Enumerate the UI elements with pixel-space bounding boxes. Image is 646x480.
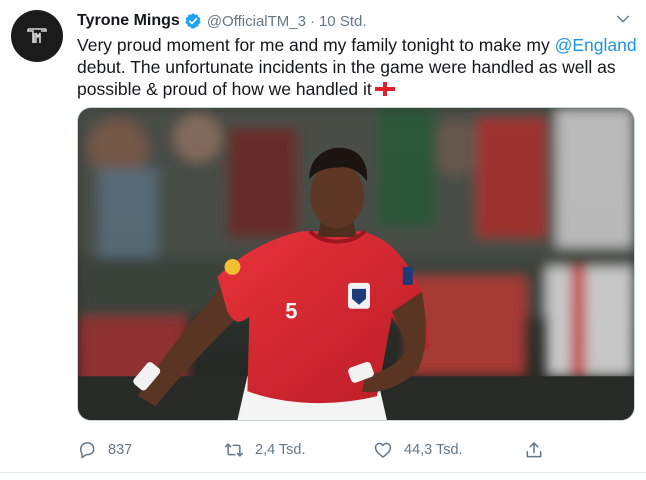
separator-dot: ·: [309, 12, 315, 30]
tweet-actions: 837 2,4 Tsd. 44,3 Tsd.: [77, 436, 557, 464]
retweet-button[interactable]: 2,4 Tsd.: [224, 436, 306, 464]
retweet-count: 2,4 Tsd.: [255, 442, 306, 458]
like-button[interactable]: 44,3 Tsd.: [373, 436, 463, 464]
tweet-photo[interactable]: 5: [77, 107, 635, 421]
tweet-text-end: debut. The unfortunate incidents in the …: [77, 57, 616, 99]
share-button[interactable]: [524, 436, 544, 464]
tweet-timestamp[interactable]: 10 Std.: [319, 13, 367, 30]
avatar[interactable]: [11, 10, 63, 62]
tm-monogram-logo: [27, 28, 47, 43]
verified-badge-icon: [185, 13, 201, 29]
reply-icon: [80, 442, 95, 459]
author-name[interactable]: Tyrone Mings: [77, 12, 180, 30]
share-icon: [526, 442, 542, 458]
tweet-divider: [0, 472, 646, 473]
tweet-text-start: Very proud moment for me and my family t…: [77, 35, 555, 55]
author-handle[interactable]: @OfficialTM_3: [207, 13, 306, 30]
reply-count: 837: [108, 442, 133, 458]
england-flag-icon: [374, 82, 395, 96]
mention-link[interactable]: @England: [555, 35, 637, 55]
reply-button[interactable]: 837: [77, 436, 132, 464]
heart-icon: [374, 442, 392, 458]
like-count: 44,3 Tsd.: [404, 442, 463, 458]
football-player-photo: 5: [78, 108, 634, 420]
shirt-number: 5: [285, 299, 297, 324]
tweet-header: Tyrone Mings @OfficialTM_3 · 10 Std.: [77, 10, 634, 32]
tweet-text: Very proud moment for me and my family t…: [77, 34, 637, 100]
retweet-icon: [224, 443, 244, 457]
tweet[interactable]: Tyrone Mings @OfficialTM_3 · 10 Std. Ver…: [0, 0, 646, 480]
chevron-down-icon[interactable]: [614, 10, 632, 28]
